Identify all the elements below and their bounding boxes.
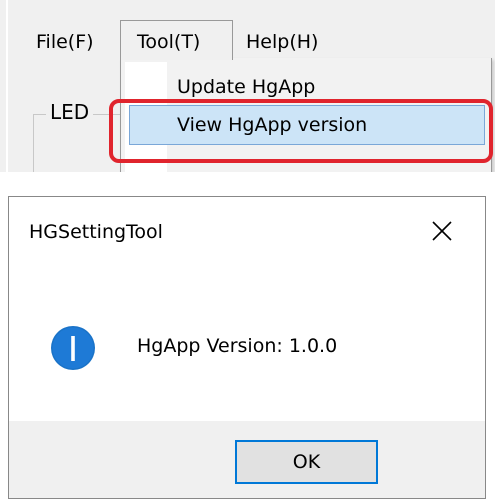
dialog-title: HGSettingTool — [29, 221, 163, 243]
dialog-message: HgApp Version: 1.0.0 — [137, 335, 338, 357]
dialog-footer: OK — [9, 421, 485, 498]
close-icon[interactable] — [427, 215, 457, 245]
version-dialog: HGSettingTool HgApp Version: 1.0.0 OK — [8, 196, 486, 499]
menu-file[interactable]: File(F) — [26, 24, 104, 60]
led-group-label: LED — [46, 100, 94, 124]
app-window-menu-area: File(F) Tool(T) Help(H) LED Update HgApp… — [0, 0, 495, 172]
info-icon — [50, 325, 96, 371]
ok-button[interactable]: OK — [235, 440, 378, 484]
menubar: File(F) Tool(T) Help(H) — [0, 0, 495, 60]
menu-help[interactable]: Help(H) — [236, 24, 328, 60]
annotation-highlight-ring — [109, 99, 493, 163]
dialog-body: HGSettingTool HgApp Version: 1.0.0 OK — [9, 197, 485, 498]
menu-tool[interactable]: Tool(T) — [120, 20, 233, 60]
